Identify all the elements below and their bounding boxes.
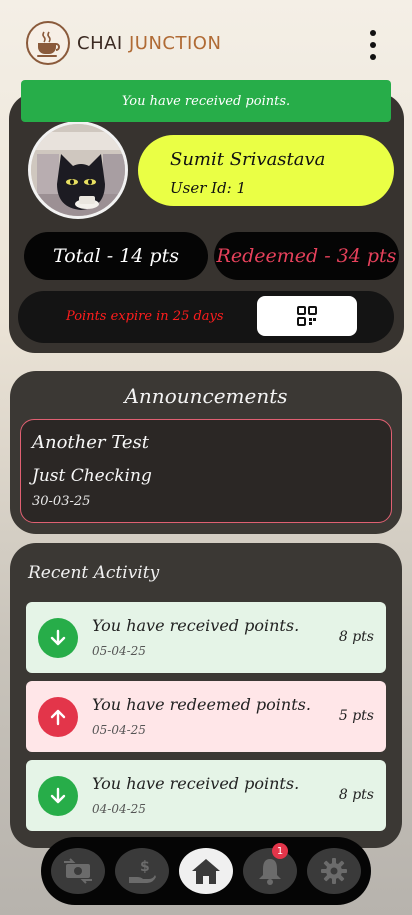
nav-settings-button[interactable]	[307, 848, 361, 894]
announcement-date: 30-03-25	[32, 494, 91, 509]
arrow-down-icon	[38, 618, 78, 658]
activity-row[interactable]: You have redeemed points. 05-04-25 5 pts	[26, 681, 386, 752]
brand-part2: JUNCTION	[128, 33, 222, 54]
announcement-title: Another Test	[32, 432, 149, 453]
redeemed-points-pill: Redeemed - 34 pts	[214, 232, 399, 280]
hand-dollar-icon: $	[129, 859, 156, 883]
money-exchange-icon	[64, 858, 92, 884]
redeemed-points-label: Redeemed - 34 pts	[216, 245, 397, 267]
user-info-box: Sumit Srivastava User Id: 1	[138, 135, 394, 206]
user-name: Sumit Srivastava	[170, 149, 326, 170]
activity-points: 8 pts	[338, 787, 374, 803]
user-id: User Id: 1	[170, 179, 247, 197]
recent-activity-title: Recent Activity	[28, 563, 160, 583]
arrow-down-icon	[38, 776, 78, 816]
activity-date: 04-04-25	[92, 802, 146, 816]
app-header: CHAI JUNCTION	[0, 0, 412, 88]
activity-row[interactable]: You have received points. 05-04-25 8 pts	[26, 602, 386, 673]
app-brand: CHAI JUNCTION	[77, 33, 221, 54]
nav-home-button[interactable]	[179, 848, 233, 894]
qr-code-icon	[297, 306, 317, 326]
activity-row[interactable]: You have received points. 04-04-25 8 pts	[26, 760, 386, 831]
total-points-label: Total - 14 pts	[53, 245, 179, 267]
success-toast: You have received points.	[21, 80, 391, 122]
activity-points: 5 pts	[338, 708, 374, 724]
coffee-cup-icon	[26, 21, 70, 65]
activity-date: 05-04-25	[92, 723, 146, 737]
cat-avatar-icon	[28, 121, 128, 219]
nav-notifications-button[interactable]	[243, 848, 297, 894]
svg-text:$: $	[140, 859, 150, 875]
brand-part1: CHAI	[77, 33, 123, 54]
activity-message: You have redeemed points.	[92, 695, 311, 714]
notification-badge: 1	[272, 843, 288, 859]
activity-date: 05-04-25	[92, 644, 146, 658]
activity-message: You have received points.	[92, 616, 300, 635]
total-points-pill: Total - 14 pts	[24, 232, 208, 280]
activity-message: You have received points.	[92, 774, 300, 793]
expiry-text: Points expire in 25 days	[66, 309, 224, 324]
nav-redeem-button[interactable]: $	[115, 848, 169, 894]
qr-code-button[interactable]	[257, 296, 357, 336]
gear-icon	[321, 858, 347, 884]
arrow-up-icon	[38, 697, 78, 737]
more-vertical-icon[interactable]	[364, 30, 382, 60]
nav-exchange-button[interactable]	[51, 848, 105, 894]
home-icon	[192, 859, 220, 884]
activity-points: 8 pts	[338, 629, 374, 645]
bell-icon	[259, 859, 281, 885]
toast-message: You have received points.	[121, 93, 291, 109]
announcements-title: Announcements	[124, 384, 288, 408]
announcement-body: Just Checking	[32, 466, 152, 486]
